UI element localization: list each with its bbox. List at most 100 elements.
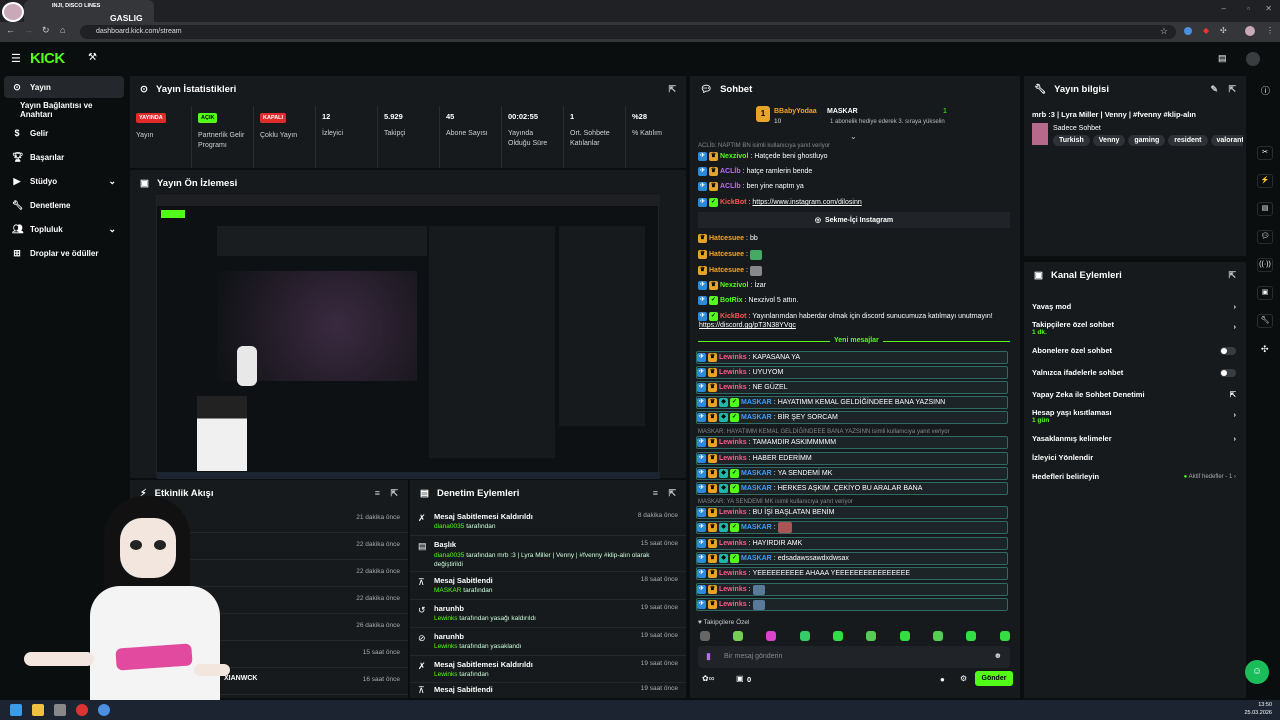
home-icon[interactable]: ⌂ bbox=[60, 25, 65, 35]
url-input[interactable]: dashboard.kick.com/stream ☆ bbox=[80, 25, 1176, 39]
chat-user[interactable]: ACLİb bbox=[720, 183, 741, 190]
stream-preview-video[interactable] bbox=[156, 195, 660, 479]
puzzle-icon[interactable]: ✣ bbox=[1220, 26, 1227, 35]
chat-settings-icon[interactable]: ● bbox=[940, 675, 945, 684]
instagram-embed-button[interactable]: ◎ Sekme-İçi Instagram bbox=[698, 212, 1010, 228]
chat-user[interactable]: ACLİb bbox=[720, 168, 741, 175]
quick-action-button[interactable]: 🔧︎ bbox=[1257, 314, 1273, 328]
chat-user[interactable]: Lewinks bbox=[719, 540, 747, 547]
sidebar-item-topluluk[interactable]: 👥︎ Topluluk ⌄ bbox=[4, 218, 124, 240]
quick-action-button[interactable]: 💬︎ bbox=[1257, 230, 1273, 244]
profile-avatar[interactable] bbox=[1245, 26, 1255, 36]
back-icon[interactable]: ← bbox=[6, 25, 15, 35]
chat-input[interactable]: ▮ Bir mesaj gönderin ☻ bbox=[698, 646, 1010, 668]
sidebar-item-gelir[interactable]: $ Gelir bbox=[4, 122, 124, 144]
sidebar-item-droplar[interactable]: ⊞ Droplar ve ödüller bbox=[4, 242, 124, 264]
tag[interactable]: Venny bbox=[1092, 135, 1126, 146]
emote-only-toggle[interactable] bbox=[1220, 368, 1236, 377]
tag[interactable]: Turkish bbox=[1053, 135, 1090, 146]
minimize-icon[interactable]: – bbox=[1222, 4, 1226, 13]
star-icon[interactable]: ☆ bbox=[1160, 26, 1168, 37]
filter-icon[interactable]: ≡ bbox=[653, 488, 658, 498]
popout-icon[interactable]: ⇱ bbox=[390, 488, 398, 499]
chat-user[interactable]: Lewinks bbox=[719, 509, 747, 516]
extension-icon[interactable]: ◆ bbox=[1203, 26, 1209, 35]
popout-icon[interactable]: ⇱ bbox=[668, 84, 676, 95]
info-icon[interactable]: ⓘ bbox=[1261, 84, 1270, 97]
browser-tab[interactable]: INJI, DISCO LINES GASLIG bbox=[24, 0, 154, 23]
category-name[interactable]: Sadece Sohbet bbox=[1053, 125, 1101, 132]
subscribers-only-toggle[interactable] bbox=[1220, 346, 1236, 355]
folder-icon[interactable] bbox=[32, 704, 44, 716]
followers-only-row[interactable]: Takipçilere özel sohbet 1 dk. › bbox=[1032, 320, 1236, 336]
emote-button[interactable] bbox=[933, 631, 943, 641]
chat-user[interactable]: Lewinks bbox=[719, 601, 747, 608]
edit-icon[interactable]: ✎ bbox=[1210, 84, 1218, 95]
chrome-icon[interactable] bbox=[98, 704, 110, 716]
raid-row[interactable]: İzleyici Yönlendir bbox=[1032, 453, 1236, 462]
banned-words-row[interactable]: Yasaklanmış kelimeler › bbox=[1032, 434, 1236, 443]
forward-icon[interactable]: → bbox=[24, 25, 33, 35]
chat-link[interactable]: https://www.instagram.com/dilosinn bbox=[752, 199, 861, 206]
menu-icon[interactable]: ⋮ bbox=[1266, 26, 1274, 35]
quick-action-button[interactable]: ▤ bbox=[1257, 202, 1273, 216]
chat-user[interactable]: Nexzivol bbox=[720, 153, 748, 160]
hamburger-icon[interactable]: ☰ bbox=[11, 52, 21, 65]
chat-user[interactable]: Hatcesuee bbox=[709, 267, 744, 274]
chat-user[interactable]: KickBot bbox=[720, 313, 746, 320]
popout-icon[interactable]: ⇱ bbox=[1228, 270, 1236, 281]
start-icon[interactable] bbox=[10, 704, 22, 716]
filter-icon[interactable]: ≡ bbox=[375, 488, 380, 498]
chat-user[interactable]: MASKAR bbox=[741, 399, 772, 406]
chat-user[interactable]: MASKAR bbox=[741, 470, 772, 477]
tag[interactable]: valorant bbox=[1210, 135, 1243, 146]
quick-action-button[interactable]: ▣ bbox=[1257, 286, 1273, 300]
popout-icon[interactable]: ⇱ bbox=[1228, 84, 1236, 95]
ai-moderation-row[interactable]: Yapay Zeka ile Sohbet Denetimi ⇱ bbox=[1032, 390, 1236, 399]
chat-user[interactable]: Lewinks bbox=[719, 586, 747, 593]
goals-row[interactable]: Hedefleri belirleyin ● Aktif hedefler - 1… bbox=[1032, 472, 1236, 481]
add-icon[interactable]: ✣ bbox=[1261, 344, 1269, 355]
chat-user[interactable]: Lewinks bbox=[719, 455, 747, 462]
kick-logo[interactable]: KICK bbox=[30, 50, 65, 67]
sidebar-item-yayin[interactable]: ⊙ Yayın bbox=[4, 76, 124, 98]
chat-user[interactable]: Nexzivol bbox=[720, 282, 748, 289]
tag[interactable]: resident bbox=[1168, 135, 1208, 146]
chat-user[interactable]: KickBot bbox=[720, 199, 746, 206]
sidebar-item-studyo[interactable]: ▶ Stüdyo ⌄ bbox=[4, 170, 124, 192]
sidebar-item-stream-key[interactable]: Yayın Bağlantısı ve Anahtarı bbox=[4, 99, 124, 121]
send-button[interactable]: Gönder bbox=[975, 671, 1013, 686]
account-age-row[interactable]: Hesap yaşı kısıtlaması 1 gün › bbox=[1032, 408, 1236, 424]
app-icon[interactable] bbox=[54, 704, 66, 716]
chat-user[interactable]: Lewinks bbox=[719, 439, 747, 446]
emoji-icon[interactable]: ☻ bbox=[994, 651, 1002, 660]
mic-icon[interactable]: ▮ bbox=[706, 651, 711, 662]
quick-action-button[interactable]: ✂ bbox=[1257, 146, 1273, 160]
chevron-down-icon[interactable]: ⌄ bbox=[850, 132, 857, 141]
emote-button[interactable] bbox=[700, 631, 710, 641]
app-icon[interactable] bbox=[76, 704, 88, 716]
gear-icon[interactable]: ⚙ bbox=[960, 674, 967, 683]
emote-button[interactable] bbox=[733, 631, 743, 641]
infinity-icon[interactable]: ✿∞ bbox=[702, 674, 714, 683]
slow-mode-row[interactable]: Yavaş mod › bbox=[1032, 302, 1236, 311]
chat-user[interactable]: MASKAR bbox=[741, 524, 772, 531]
gift-icon[interactable]: ▣ bbox=[736, 674, 744, 683]
hammer-icon[interactable]: ⚒ bbox=[88, 52, 97, 63]
theater-icon[interactable]: ▤ bbox=[1218, 53, 1227, 64]
emote-button[interactable] bbox=[833, 631, 843, 641]
chat-user[interactable]: Hatcesuee bbox=[709, 235, 744, 242]
chat-user[interactable]: MASKAR bbox=[741, 555, 772, 562]
chat-user[interactable]: Lewinks bbox=[719, 354, 747, 361]
emote-button[interactable] bbox=[900, 631, 910, 641]
quick-action-button[interactable]: ⚡ bbox=[1257, 174, 1273, 188]
emote-button[interactable] bbox=[1000, 631, 1010, 641]
extension-icon[interactable] bbox=[1184, 27, 1192, 35]
user-avatar[interactable] bbox=[1246, 52, 1260, 66]
reload-icon[interactable]: ↻ bbox=[42, 25, 50, 36]
emote-button[interactable] bbox=[966, 631, 976, 641]
help-chat-button[interactable]: ☺ bbox=[1245, 660, 1269, 684]
chat-user[interactable]: BotRix bbox=[720, 297, 743, 304]
chat-user[interactable]: Hatcesuee bbox=[709, 251, 744, 258]
system-clock[interactable]: 13:50 25.03.2026 bbox=[1244, 701, 1272, 717]
